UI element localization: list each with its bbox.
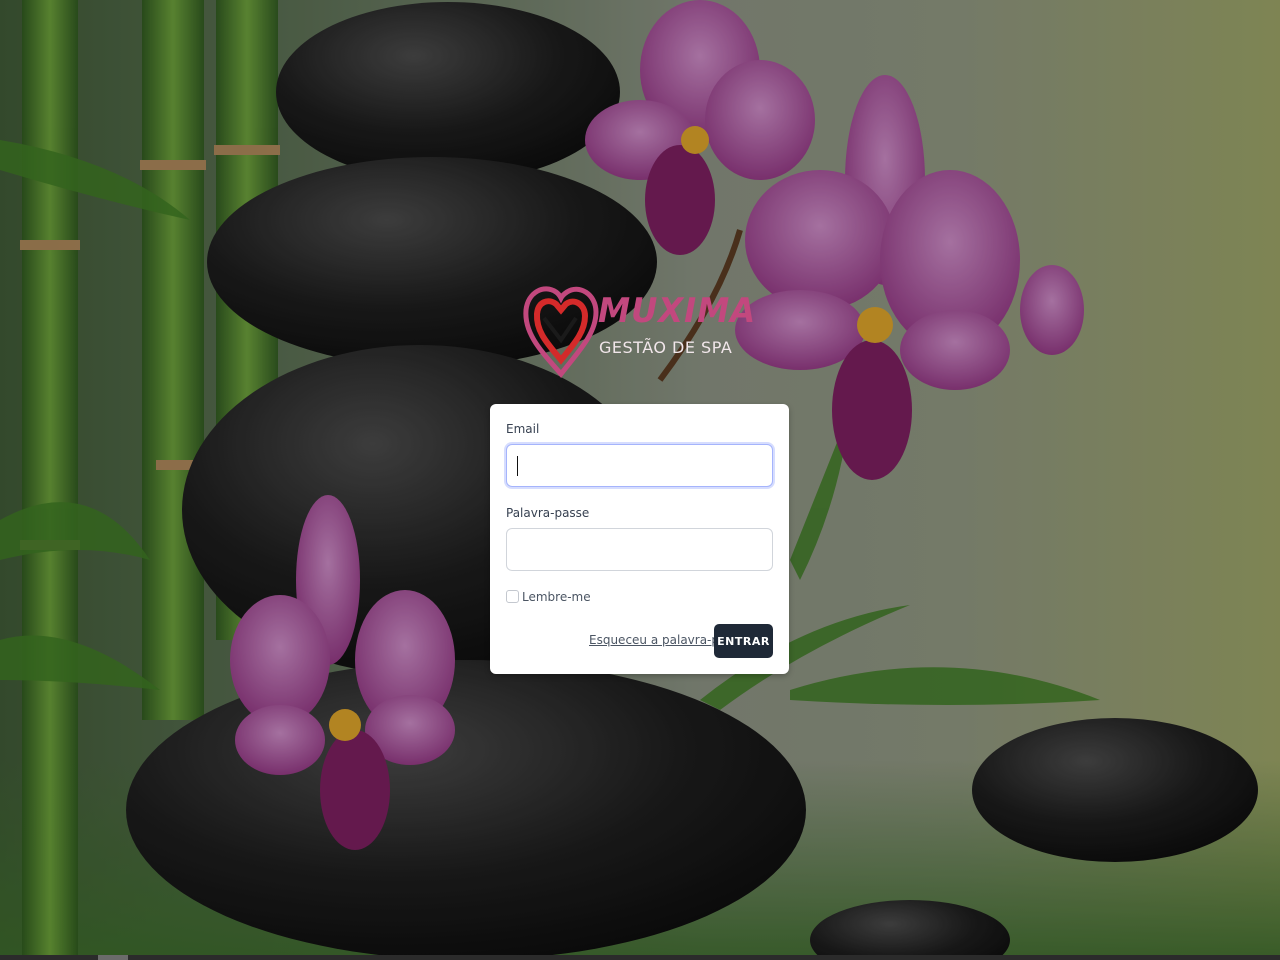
remember-checkbox[interactable]	[506, 590, 519, 603]
email-input[interactable]	[506, 444, 773, 487]
scrollbar-thumb[interactable]	[98, 955, 128, 960]
remember-label: Lembre-me	[522, 590, 591, 604]
bottom-scrollbar[interactable]	[0, 955, 1280, 960]
brand-name: MUXIMA	[598, 291, 757, 331]
password-input[interactable]	[506, 528, 773, 571]
login-page: MUXIMA GESTÃO DE SPA Email Palavra-passe…	[0, 0, 1280, 960]
brand-tagline: GESTÃO DE SPA	[599, 338, 733, 357]
login-button[interactable]: ENTRAR	[714, 624, 773, 658]
heart-logo-icon	[523, 286, 599, 378]
email-label: Email	[506, 422, 540, 436]
password-label: Palavra-passe	[506, 506, 590, 520]
login-form: Email Palavra-passe Lembre-me Esqueceu a…	[490, 404, 789, 674]
text-caret	[517, 456, 518, 476]
brand-logo: MUXIMA GESTÃO DE SPA	[522, 282, 755, 382]
